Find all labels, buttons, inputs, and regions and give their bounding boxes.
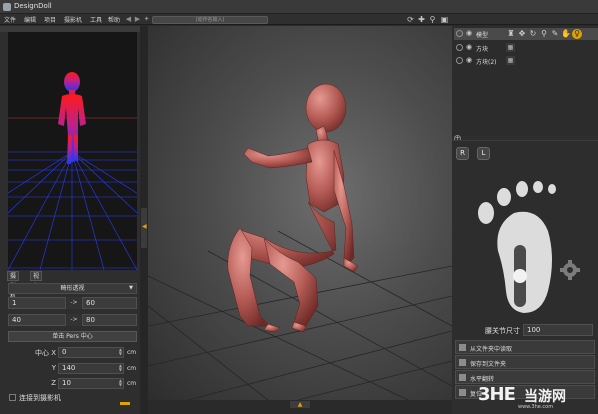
center-z-field[interactable]: 10 ▲ ▼ bbox=[58, 378, 124, 389]
collapse-bottom-button[interactable]: ▲ bbox=[290, 401, 310, 408]
scene-row-cube-2[interactable]: ◉ 方块(2) ▦ bbox=[454, 55, 598, 67]
menu-camera[interactable]: 摄影机 bbox=[64, 15, 82, 24]
scene-row-model[interactable]: ◉ 模型 ♜ ✥ ↻ ⚲ ✎ ✋ ♀ bbox=[454, 28, 598, 40]
menu-project[interactable]: 项目 bbox=[44, 15, 56, 24]
chevron-left-icon: ◀ bbox=[142, 223, 147, 230]
panel-resize-handle[interactable] bbox=[120, 402, 130, 405]
joint-size-label: 腰关节尺寸 bbox=[485, 327, 520, 335]
chevron-down-icon: ▼ bbox=[129, 285, 133, 291]
rotate-icon[interactable]: ⟳ bbox=[406, 15, 415, 24]
load-from-folder-button[interactable]: 从文件夹中读取 bbox=[455, 340, 595, 354]
reset-icon bbox=[459, 389, 466, 396]
pose-icon[interactable]: ✦ bbox=[142, 15, 151, 24]
left-splitter[interactable]: ◀ bbox=[140, 26, 148, 414]
camera-panel: 摄影机 视角 畸形透视 ▼ 1 -> 60 40 -> 80 单击 Pers 中… bbox=[0, 26, 140, 414]
watermark-site: 当游网 bbox=[524, 389, 566, 405]
center-z-label: Z bbox=[51, 379, 56, 387]
pin-icon[interactable]: ✎ bbox=[550, 29, 560, 39]
scene-item-label: 模型 bbox=[476, 32, 489, 39]
right-panel: ◉ 模型 ♜ ✥ ↻ ⚲ ✎ ✋ ♀ ◉ 方块 ▦ ◉ 方块(2) ▦ + R … bbox=[452, 26, 598, 414]
3d-viewport[interactable] bbox=[148, 26, 452, 400]
center-z-value: 10 bbox=[62, 379, 71, 387]
viewport-footer: ▲ bbox=[148, 400, 452, 414]
title-bar: DesignDoll bbox=[0, 0, 598, 14]
center-x-field[interactable]: 0 ▲ ▼ bbox=[58, 347, 124, 358]
center-z-unit: cm bbox=[127, 380, 137, 387]
center-y-value: 140 bbox=[62, 364, 76, 372]
joint-size-row: 腰关节尺寸 100 bbox=[452, 323, 598, 337]
window-title: DesignDoll bbox=[14, 2, 52, 10]
menu-file[interactable]: 文件 bbox=[4, 15, 16, 24]
save-icon bbox=[459, 359, 466, 366]
visibility-toggle[interactable] bbox=[456, 30, 463, 37]
center-x-value: 0 bbox=[62, 348, 67, 356]
menu-bar: 文件 编辑 项目 摄影机 工具 帮助 ◀ ▶ ✦ (动作名输入) ⟳ ✚ ⚲ ▣ bbox=[0, 14, 598, 25]
undo-icon[interactable]: ◀ bbox=[124, 15, 133, 24]
visibility-toggle[interactable] bbox=[456, 44, 463, 51]
collapse-left-button[interactable]: ◀ bbox=[141, 208, 147, 248]
cube-icon[interactable]: ▦ bbox=[506, 56, 515, 65]
menu-help[interactable]: 帮助 bbox=[108, 15, 120, 24]
scene-item-label: 方块 bbox=[476, 46, 489, 53]
projection-value: 畸形透视 bbox=[60, 285, 85, 292]
connect-camera-checkbox[interactable] bbox=[9, 394, 16, 401]
eye-icon[interactable]: ◉ bbox=[464, 43, 474, 52]
center-y-field[interactable]: 140 ▲ ▼ bbox=[58, 363, 124, 374]
action-label: 保存到文件夹 bbox=[470, 361, 507, 368]
range-start-1[interactable]: 1 bbox=[8, 297, 66, 309]
folder-open-icon bbox=[459, 344, 466, 351]
watermark-url: www.3he.com bbox=[518, 404, 554, 410]
save-to-folder-button[interactable]: 保存到文件夹 bbox=[455, 355, 595, 369]
watermark-logo: 3HE bbox=[478, 384, 516, 405]
site-watermark: 3HE 当游网 www.3he.com bbox=[478, 382, 598, 412]
center-x-label: 中心 X bbox=[34, 349, 56, 357]
hand-icon[interactable]: ✋ bbox=[561, 29, 571, 39]
range-end-1[interactable]: 60 bbox=[82, 297, 137, 309]
projection-select[interactable]: 畸形透视 ▼ bbox=[8, 283, 137, 294]
range-arrow-1: -> bbox=[67, 297, 81, 309]
app-icon bbox=[3, 3, 11, 11]
pose-search-input[interactable]: (动作名输入) bbox=[152, 16, 268, 24]
joint-size-input[interactable]: 100 bbox=[523, 324, 593, 336]
menu-edit[interactable]: 编辑 bbox=[24, 15, 36, 24]
scene-list: ◉ 模型 ♜ ✥ ↻ ⚲ ✎ ✋ ♀ ◉ 方块 ▦ ◉ 方块(2) ▦ + bbox=[452, 26, 598, 142]
tab-view[interactable]: 视角 bbox=[30, 271, 43, 290]
scene-item-label: 方块(2) bbox=[476, 59, 497, 66]
3d-doll-figure bbox=[227, 83, 359, 333]
visibility-toggle[interactable] bbox=[456, 57, 463, 64]
hand-foot-panel: R L bbox=[452, 140, 598, 348]
tab-camera[interactable]: 摄影机 bbox=[7, 271, 20, 300]
zoom-icon[interactable]: ⚲ bbox=[428, 15, 437, 24]
depth-preview bbox=[8, 32, 137, 270]
spinner-icon[interactable]: ▲ ▼ bbox=[119, 379, 122, 387]
eye-icon[interactable]: ◉ bbox=[464, 29, 474, 38]
cube-icon[interactable]: ▦ bbox=[506, 43, 515, 52]
figure-pose-icon[interactable]: ♀ bbox=[572, 29, 582, 39]
range-end-2[interactable]: 80 bbox=[82, 314, 137, 326]
spinner-icon[interactable]: ▲ ▼ bbox=[119, 348, 122, 356]
move-icon[interactable]: ✚ bbox=[417, 15, 426, 24]
body-icon[interactable]: ♜ bbox=[506, 29, 516, 39]
redo-icon[interactable]: ▶ bbox=[133, 15, 142, 24]
menu-tools[interactable]: 工具 bbox=[90, 15, 102, 24]
connect-camera-label: 连接到摄影机 bbox=[19, 394, 61, 402]
eye-icon[interactable]: ◉ bbox=[464, 56, 474, 65]
spinner-icon[interactable]: ▲ ▼ bbox=[119, 364, 122, 372]
search-icon[interactable]: ⚲ bbox=[539, 29, 549, 39]
center-x-unit: cm bbox=[127, 349, 137, 356]
joint-size-slider-knob bbox=[513, 269, 527, 283]
scene-row-cube[interactable]: ◉ 方块 ▦ bbox=[454, 42, 598, 54]
range-start-2[interactable]: 40 bbox=[8, 314, 66, 326]
move-gizmo-icon[interactable]: ✥ bbox=[517, 29, 527, 39]
center-y-label: Y bbox=[51, 364, 56, 372]
flip-icon bbox=[459, 374, 466, 381]
gear-icon bbox=[560, 260, 580, 280]
center-y-unit: cm bbox=[127, 365, 137, 372]
pers-center-button[interactable]: 单击 Pers 中心 bbox=[8, 331, 137, 342]
rotate-gizmo-icon[interactable]: ↻ bbox=[528, 29, 538, 39]
range-arrow-2: -> bbox=[67, 314, 81, 326]
action-label: 从文件夹中读取 bbox=[470, 346, 513, 353]
camera-icon[interactable]: ▣ bbox=[440, 15, 449, 24]
chevron-up-icon: ▲ bbox=[297, 401, 303, 408]
